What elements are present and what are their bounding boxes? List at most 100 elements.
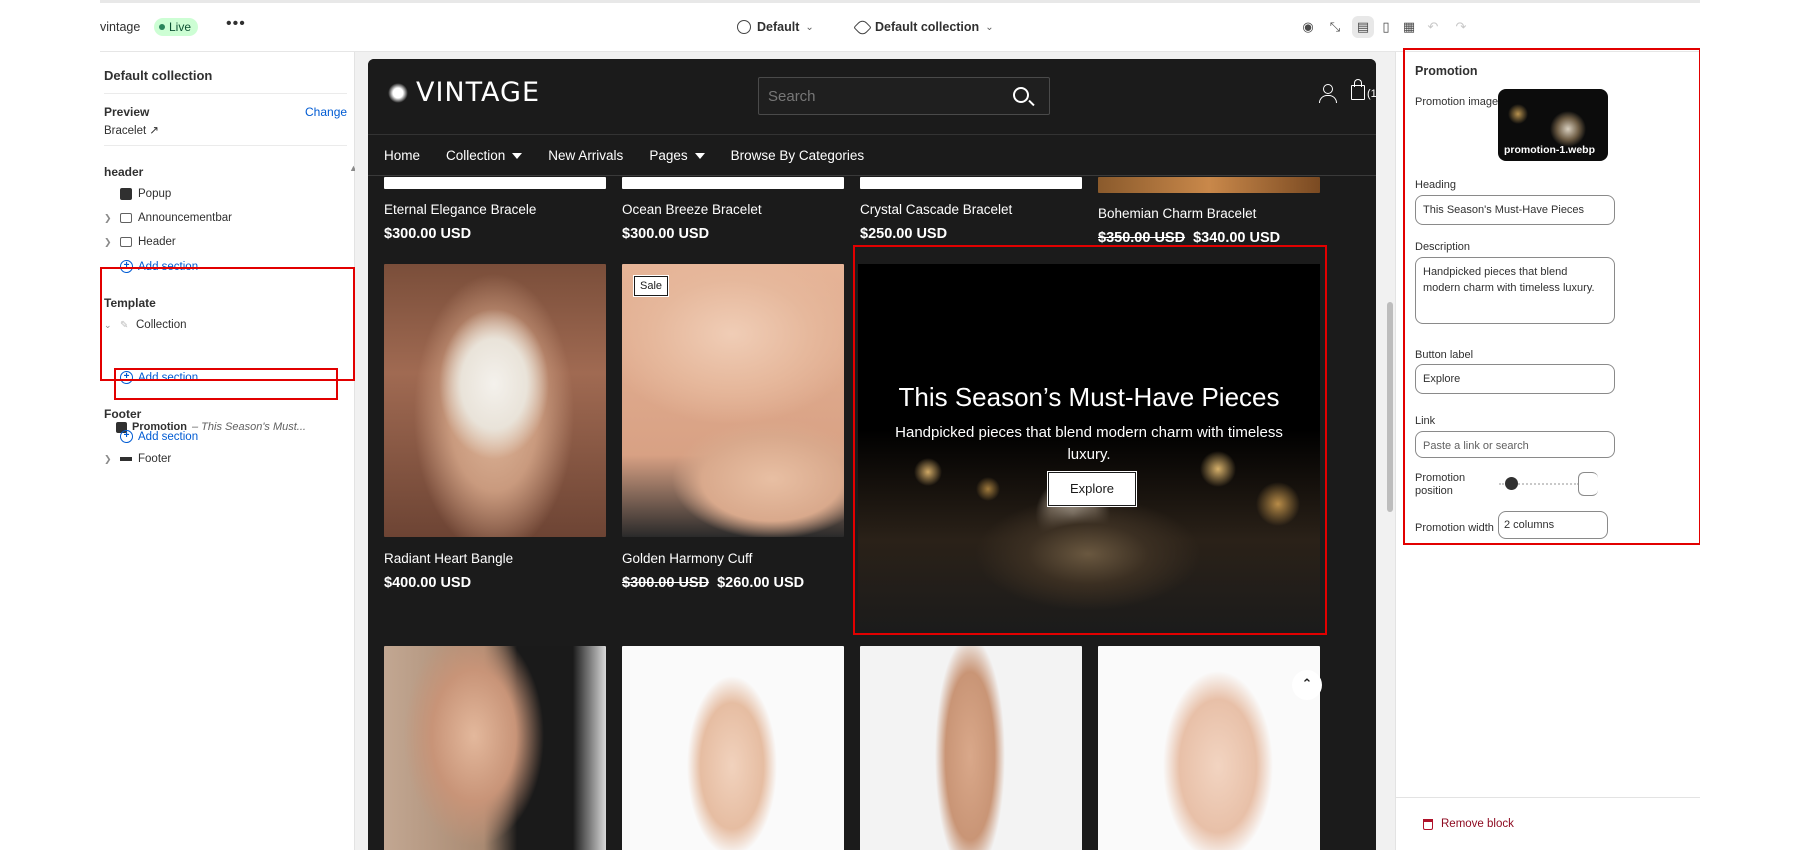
product-image[interactable] (860, 646, 1082, 850)
caret-down-icon (694, 153, 705, 160)
caret-down-icon (512, 153, 523, 160)
cart-count: (1) (1367, 88, 1376, 100)
redo-icon[interactable]: ↷ (1450, 16, 1472, 38)
highlight-settings-panel (1403, 48, 1700, 545)
nav-home[interactable]: Home (384, 148, 420, 163)
remove-label: Remove block (1441, 818, 1514, 830)
product-name[interactable]: Crystal Cascade Bracelet (860, 202, 1012, 217)
inspector-icon[interactable]: ⤡ (1324, 16, 1346, 38)
sidekick-icon[interactable]: ◉ (1297, 16, 1319, 38)
product-image[interactable] (622, 177, 844, 189)
nav-browse-categories[interactable]: Browse By Categories (731, 148, 865, 163)
preview-scrollbar[interactable] (1385, 52, 1395, 850)
fullscreen-view-icon[interactable]: ▦ (1398, 16, 1420, 38)
product-price: $300.00 USD (622, 226, 710, 242)
undo-icon[interactable]: ↶ (1422, 16, 1444, 38)
status-label: Live (169, 20, 192, 34)
template-selector[interactable]: Default collection ⌄ (853, 17, 994, 37)
search-placeholder: Search (768, 88, 816, 105)
product-image[interactable] (384, 646, 606, 850)
add-section-label: Add section (138, 430, 199, 443)
theme-selector[interactable]: Default ⌄ (737, 20, 814, 34)
section-footer[interactable]: ❯ Footer (104, 453, 171, 465)
section-announcementbar[interactable]: ❯ Announcementbar (104, 212, 232, 224)
product-image[interactable] (1098, 646, 1320, 850)
store-search-input[interactable]: Search (758, 77, 1050, 115)
template-selector-label: Default collection (875, 20, 980, 34)
status-dot-icon (159, 24, 165, 30)
divider (104, 145, 347, 146)
chevron-down-icon: ⌄ (985, 21, 994, 33)
sale-price: $340.00 USD (1193, 230, 1281, 246)
store-logo[interactable]: VINTAGE (388, 77, 540, 108)
store-logo-text: VINTAGE (416, 77, 541, 108)
mobile-view-icon[interactable]: ▯ (1375, 16, 1397, 38)
product-name[interactable]: Radiant Heart Bangle (384, 551, 513, 566)
globe-icon (737, 20, 751, 34)
highlight-promotion-preview (853, 245, 1327, 635)
product-image[interactable] (1098, 177, 1320, 193)
storefront-preview: VINTAGE Search (1) Home Collection New A… (368, 59, 1376, 850)
page-title: Default collection (104, 68, 213, 83)
chevron-down-icon: ⌄ (805, 21, 814, 33)
product-image[interactable]: Sale (622, 264, 844, 537)
cart-button[interactable]: (1) (1351, 79, 1376, 100)
tag-icon (853, 17, 872, 37)
header-icon (120, 237, 132, 247)
nav-pages[interactable]: Pages (649, 148, 705, 163)
chevron-right-icon[interactable]: ❯ (104, 454, 114, 465)
footer-icon (120, 457, 132, 461)
account-icon[interactable] (1319, 84, 1337, 104)
product-name[interactable]: Ocean Breeze Bracelet (622, 202, 762, 217)
product-price: $350.00 USD $340.00 USD (1098, 230, 1280, 246)
divider (1396, 797, 1700, 798)
section-label: Header (138, 236, 176, 248)
chevron-right-icon[interactable]: ❯ (104, 237, 114, 248)
header-group-label: header (104, 165, 144, 179)
preview-label: Preview (104, 105, 150, 119)
product-name[interactable]: Eternal Elegance Bracele (384, 202, 536, 217)
product-image[interactable] (384, 264, 606, 537)
product-price: $300.00 USD (384, 226, 472, 242)
editor-topbar: vintage Live ••• Default ⌄ Default collec… (100, 0, 1700, 52)
remove-block-button[interactable]: Remove block (1423, 818, 1514, 830)
store-name: vintage (100, 20, 141, 34)
product-image[interactable] (622, 646, 844, 850)
preview-value[interactable]: Bracelet ↗ (104, 123, 159, 137)
section-popup[interactable]: Popup (104, 188, 171, 200)
preview-canvas: VINTAGE Search (1) Home Collection New A… (355, 52, 1395, 850)
sections-sidebar: Default collection Preview Change Bracel… (100, 52, 358, 850)
store-nav: Home Collection New Arrivals Pages Brows… (368, 136, 1376, 176)
section-label: Announcementbar (138, 212, 232, 224)
search-icon[interactable] (1013, 87, 1029, 103)
sun-logo-icon (388, 82, 408, 103)
change-preview-link[interactable]: Change (305, 105, 347, 119)
add-section-footer[interactable]: + Add section (120, 430, 198, 443)
section-header[interactable]: ❯ Header (104, 236, 176, 248)
scroll-to-top-button[interactable]: ⌃ (1292, 670, 1322, 700)
trash-icon (1423, 818, 1433, 830)
nav-new-arrivals[interactable]: New Arrivals (548, 148, 623, 163)
nav-label: Pages (649, 148, 688, 163)
block-settings-panel: Promotion Promotion image promotion-1.we… (1395, 48, 1700, 850)
section-label: Footer (138, 453, 172, 465)
product-image[interactable] (384, 177, 606, 189)
section-label: Popup (138, 188, 172, 200)
product-name[interactable]: Bohemian Charm Bracelet (1098, 206, 1256, 221)
footer-group-label: Footer (104, 407, 142, 421)
product-name[interactable]: Golden Harmony Cuff (622, 551, 752, 566)
product-price: $250.00 USD (860, 226, 948, 242)
highlight-template-group (100, 267, 355, 381)
nav-collection[interactable]: Collection (446, 148, 523, 163)
nav-label: Collection (446, 148, 506, 163)
product-price: $400.00 USD (384, 575, 472, 591)
product-image[interactable] (860, 177, 1082, 189)
compare-price: $350.00 USD (1098, 230, 1186, 246)
popup-icon (120, 188, 132, 200)
more-actions-button[interactable]: ••• (226, 15, 246, 33)
desktop-view-icon[interactable]: ▤ (1352, 16, 1374, 38)
chevron-right-icon[interactable]: ❯ (104, 213, 114, 224)
scrollbar-thumb[interactable] (1387, 302, 1393, 512)
sale-badge: Sale (632, 275, 670, 297)
highlight-promotion-block (114, 368, 338, 400)
